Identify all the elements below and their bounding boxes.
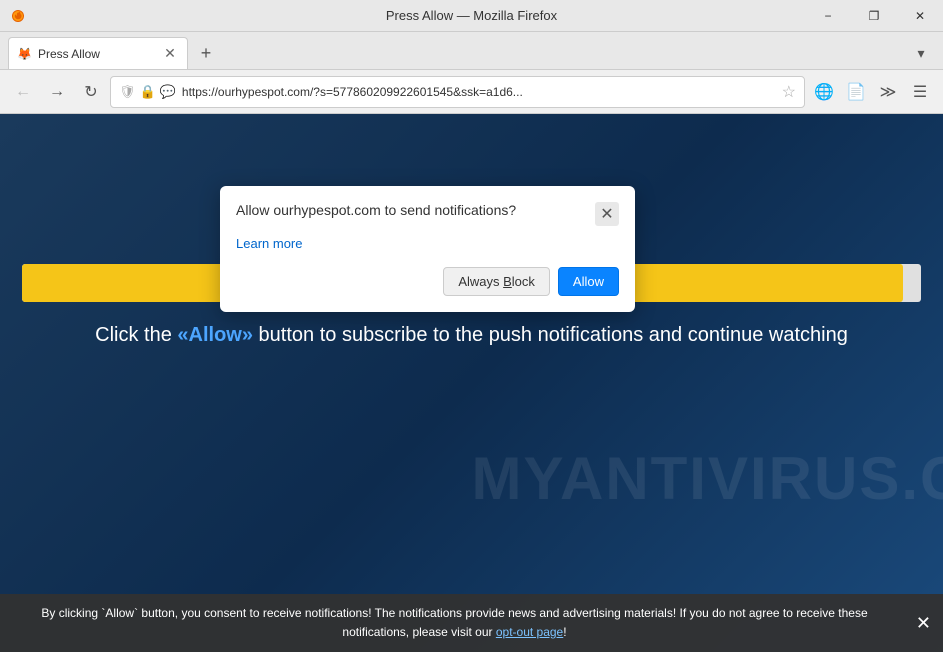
bookmark-star-icon[interactable]: ☆ (782, 82, 796, 102)
active-tab[interactable]: 🦊 Press Allow ✕ (8, 37, 188, 69)
tabbar: 🦊 Press Allow ✕ + ▾ (0, 32, 943, 70)
titlebar: Press Allow — Mozilla Firefox − ❐ ✕ (0, 0, 943, 32)
forward-icon: → (49, 83, 65, 101)
back-button[interactable]: ← (8, 77, 38, 107)
forward-button[interactable]: → (42, 77, 72, 107)
new-tab-button[interactable]: + (192, 39, 220, 67)
url-text: https://ourhypespot.com/?s=5778602099226… (182, 85, 776, 99)
banner-clicking-word: clicking (59, 606, 98, 620)
tab-list-button[interactable]: ▾ (907, 39, 935, 67)
extensions-button[interactable]: ≫ (873, 77, 903, 107)
cta-text-after: button to subscribe to the push notifica… (253, 324, 848, 346)
synced-tabs-icon[interactable]: 📄 (841, 77, 871, 107)
tracking-protection-icon: 🛡 (119, 84, 136, 100)
save-to-pocket-icon[interactable]: 🌐 (809, 77, 839, 107)
close-button[interactable]: ✕ (897, 0, 943, 31)
banner-close-button[interactable]: ✕ (916, 614, 931, 632)
learn-more-link[interactable]: Learn more (236, 236, 619, 251)
url-bar[interactable]: 🛡 🔒 💬 https://ourhypespot.com/?s=5778602… (110, 76, 805, 108)
banner-text-part2: `Allow` button, you consent to receive n… (98, 606, 868, 639)
lock-icon: 🔒 (140, 84, 156, 100)
tab-close-button[interactable]: ✕ (161, 45, 179, 63)
banner-text-before: By (41, 606, 58, 620)
back-icon: ← (15, 83, 31, 101)
popup-close-button[interactable]: ✕ (595, 202, 619, 226)
notification-permissions-icon: 💬 (160, 84, 176, 100)
allow-button[interactable]: Allow (558, 267, 619, 296)
window-title: Press Allow — Mozilla Firefox (386, 8, 557, 23)
always-block-underline: B (503, 274, 512, 289)
popup-actions: Always Block Allow (236, 267, 619, 296)
popup-header: Allow ourhypespot.com to send notificati… (236, 202, 619, 226)
toolbar: ← → ↻ 🛡 🔒 💬 https://ourhypespot.com/?s=5… (0, 70, 943, 114)
minimize-button[interactable]: − (805, 0, 851, 31)
bottom-consent-banner: By clicking `Allow` button, you consent … (0, 594, 943, 652)
urlbar-security-icons: 🛡 🔒 💬 (119, 84, 176, 100)
menu-button[interactable]: ☰ (905, 77, 935, 107)
cta-text-before: Click the (95, 324, 177, 346)
tab-favicon-icon: 🦊 (17, 47, 32, 61)
popup-title: Allow ourhypespot.com to send notificati… (236, 202, 516, 218)
restore-button[interactable]: ❐ (851, 0, 897, 31)
always-block-button[interactable]: Always Block (443, 267, 550, 296)
browser-content: MYANTIVIRUS.COM 98% Click the «Allow» bu… (0, 114, 943, 652)
banner-text-end: ! (563, 625, 566, 639)
toolbar-right-icons: 🌐 📄 ≫ ☰ (809, 77, 935, 107)
tab-label: Press Allow (38, 47, 100, 61)
reload-icon: ↻ (84, 82, 97, 102)
cta-allow-highlight: «Allow» (177, 324, 253, 346)
cta-section: Click the «Allow» button to subscribe to… (0, 324, 943, 347)
notification-permission-popup: Allow ourhypespot.com to send notificati… (220, 186, 635, 312)
opt-out-link[interactable]: opt-out page (496, 625, 563, 639)
reload-button[interactable]: ↻ (76, 77, 106, 107)
firefox-logo-icon (10, 8, 26, 24)
window-controls: − ❐ ✕ (805, 0, 943, 31)
